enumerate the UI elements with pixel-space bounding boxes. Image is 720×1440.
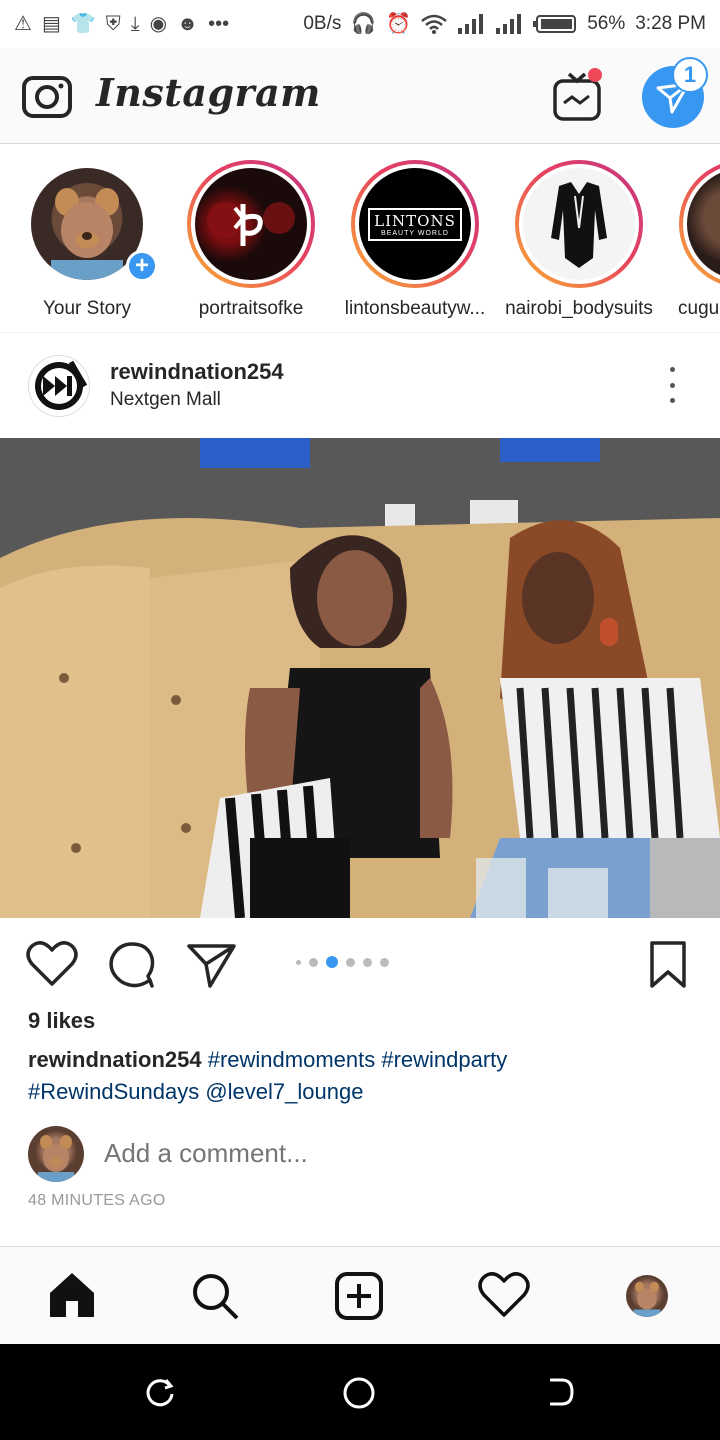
shirt-icon: 👕	[70, 13, 96, 35]
battery-icon	[533, 15, 577, 33]
carousel-dot	[296, 959, 301, 965]
activity-heart-icon[interactable]	[478, 1271, 530, 1319]
dm-count-badge: 1	[672, 57, 708, 93]
post-username[interactable]: rewindnation254	[110, 359, 284, 385]
cugu-avatar	[687, 168, 720, 280]
home-circle-icon[interactable]	[342, 1376, 376, 1410]
signal-icon	[458, 14, 484, 34]
add-post-icon[interactable]	[334, 1271, 384, 1321]
recents-icon[interactable]	[144, 1376, 176, 1408]
carousel-dot	[309, 957, 318, 967]
carousel-dot	[380, 957, 389, 967]
post-caption: rewindnation254 #rewindmoments #rewindpa…	[28, 1044, 698, 1108]
story-nairobi-bodysuits[interactable]: nairobi_bodysuits	[504, 160, 654, 320]
photo-illustration	[0, 438, 720, 918]
story-label: portraitsofke	[198, 298, 304, 319]
signal-icon	[496, 14, 522, 34]
save-bookmark-icon[interactable]	[646, 940, 690, 990]
headphones-icon: 🎧	[351, 13, 377, 35]
app-bar: Instagram 1	[0, 48, 720, 144]
story-label: lintonsbeautyw...	[344, 298, 486, 319]
status-bar: ⚠ ▤ 👕 ⛨ ⤓ ◉ ☻ ••• 0B/s 🎧 ⏰ 56% 3:28 PM	[0, 0, 720, 48]
lintons-logo-sub: BEAUTY WORLD	[381, 229, 449, 237]
portraitsofke-avatar	[195, 168, 307, 280]
nairobi-bodysuits-avatar	[523, 168, 635, 280]
carousel-dot	[326, 956, 338, 968]
chrome-icon: ◉	[149, 13, 168, 35]
back-icon[interactable]	[544, 1376, 576, 1408]
lintons-logo-text: LINTONS	[374, 211, 456, 230]
status-right: 0B/s 🎧 ⏰ 56% 3:28 PM	[303, 13, 706, 35]
lintons-avatar: LINTONS BEAUTY WORLD	[359, 168, 471, 280]
camera-icon[interactable]	[22, 72, 72, 118]
carousel-dot	[363, 957, 372, 967]
notes-icon: ▤	[41, 13, 61, 35]
download-icon: ⤓	[130, 13, 140, 35]
story-label: nairobi_bodysuits	[505, 298, 653, 319]
add-comment-input[interactable]	[104, 1138, 664, 1169]
story-label: Your Story	[42, 298, 131, 319]
status-left: ⚠ ▤ 👕 ⛨ ⤓ ◉ ☻ •••	[14, 14, 229, 34]
clock: 3:28 PM	[635, 13, 706, 34]
post-author-avatar[interactable]	[28, 355, 90, 417]
alert-icon: ⚠	[14, 13, 32, 35]
post-header: rewindnation254 Nextgen Mall	[0, 333, 720, 437]
story-your-story[interactable]: + Your Story	[12, 160, 162, 320]
add-story-button[interactable]: +	[126, 250, 158, 282]
profile-avatar[interactable]	[626, 1275, 668, 1317]
more-dots-icon: •••	[208, 13, 230, 35]
bottom-nav	[0, 1246, 720, 1344]
caption-hashtags-line2[interactable]: #RewindSundays @level7_lounge	[28, 1079, 363, 1104]
likes-count[interactable]: 9 likes	[28, 1008, 95, 1034]
home-icon[interactable]	[48, 1271, 96, 1319]
carousel-dot	[346, 957, 355, 967]
igtv-notification-dot	[588, 68, 602, 82]
stories-tray: + Your Story portraitsofke LINTONS BEAUT…	[0, 144, 720, 333]
net-speed: 0B/s	[303, 13, 342, 34]
post-timestamp: 48 MINUTES AGO	[28, 1192, 166, 1209]
commenter-avatar	[28, 1126, 84, 1182]
shield-icon: ⛨	[105, 13, 121, 35]
post-options-icon[interactable]	[660, 367, 684, 403]
caption-hashtags-line1[interactable]: #rewindmoments #rewindparty	[208, 1047, 508, 1072]
caption-username[interactable]: rewindnation254	[28, 1047, 202, 1072]
battery-percent: 56%	[587, 13, 626, 34]
post-actions	[0, 918, 720, 1008]
search-icon[interactable]	[190, 1271, 240, 1321]
carousel-indicator	[296, 956, 389, 968]
story-lintonsbeautyworld[interactable]: LINTONS BEAUTY WORLD lintonsbeautyw...	[340, 160, 490, 320]
system-nav-bar	[0, 1344, 720, 1440]
story-label: cugu	[678, 298, 720, 319]
comment-icon[interactable]	[106, 940, 158, 988]
share-icon[interactable]	[186, 940, 238, 988]
story-cugu[interactable]: cugu	[668, 160, 720, 320]
alarm-icon: ⏰	[386, 13, 412, 35]
face-icon: ☻	[177, 13, 199, 35]
comment-row	[0, 1124, 720, 1188]
story-portraitsofke[interactable]: portraitsofke	[176, 160, 326, 320]
post-photo[interactable]	[0, 438, 720, 918]
wifi-icon	[421, 14, 448, 34]
like-heart-icon[interactable]	[26, 940, 78, 988]
instagram-logo: Instagram	[96, 70, 321, 115]
post-location[interactable]: Nextgen Mall	[110, 389, 221, 411]
